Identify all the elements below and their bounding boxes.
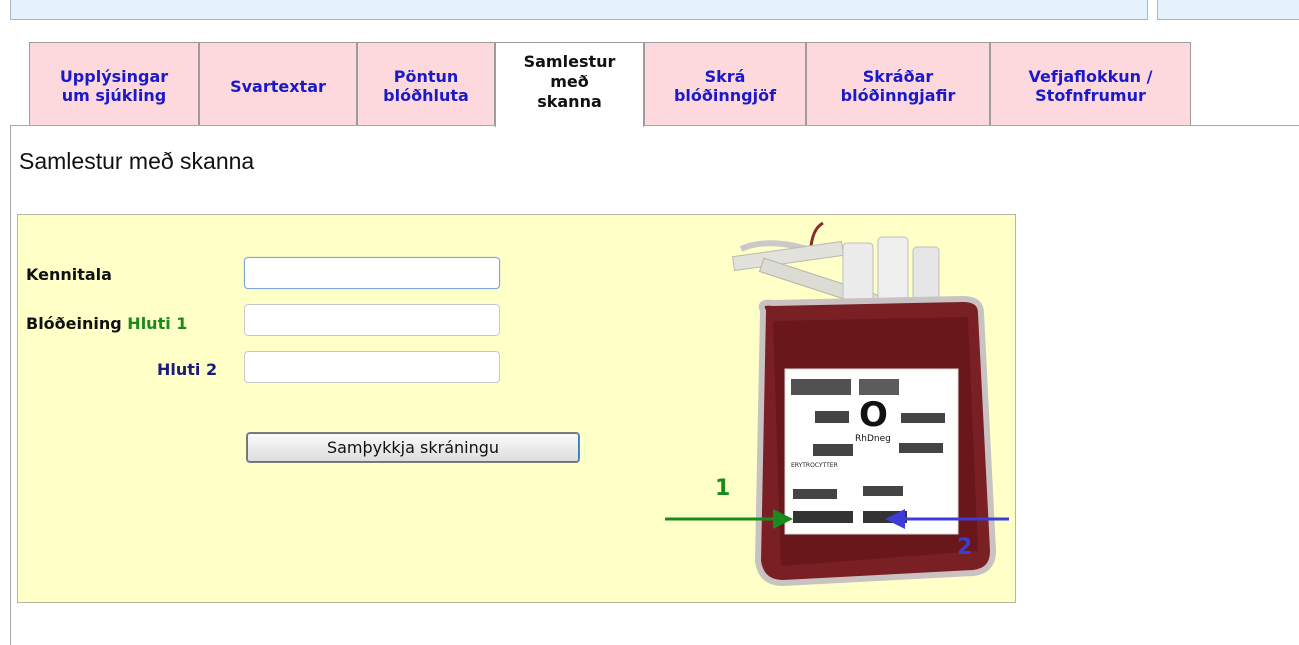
tab-label: Vefjaflokkun / Stofnfrumur [1028,67,1153,105]
tab-vefjaflokkun-stofnfrumur[interactable]: Vefjaflokkun / Stofnfrumur [990,42,1191,125]
kennitala-label: Kennitala [26,265,112,284]
tab-label: Svartextar [230,76,326,96]
product-text: ERYTROCYTTER [791,462,838,469]
hluti1-input[interactable] [244,304,500,336]
samthykkja-skraningu-button[interactable]: Samþykkja skráningu [246,432,580,463]
blodeining-label: Blóðeining Hluti 1 [26,314,187,333]
hluti2-input[interactable] [244,351,500,383]
page-title: Samlestur með skanna [19,148,255,174]
arrow-1-number: 1 [715,476,731,501]
tab-label: Pöntun blóðhluta [383,67,469,105]
tab-skra-blodinngjof[interactable]: Skrá blóðinngjöf [644,42,806,125]
tab-skradar-blodinngjafir[interactable]: Skráðar blóðinngjafir [806,42,990,125]
rh-text: RhDneg [855,434,891,444]
arrow-2-number: 2 [957,535,973,560]
tab-label: Upplýsingar um sjúkling [59,67,169,105]
tab-pontun-blodhluta[interactable]: Pöntun blóðhluta [357,42,495,125]
hluti1-label: Hluti 1 [127,314,188,333]
tab-label: Skráðar blóðinngjafir [840,67,956,105]
scan-form-box: Kennitala Blóðeining Hluti 1 Hluti 2 Sam… [17,214,1016,603]
hluti2-label: Hluti 2 [157,360,218,379]
tab-samlestur-med-skanna[interactable]: Samlestur með skanna [495,42,644,127]
top-bar-right [1157,0,1299,20]
tab-svartextar[interactable]: Svartextar [199,42,357,125]
tab-label: Skrá blóðinngjöf [673,67,777,105]
tab-upplysingar-um-sjukling[interactable]: Upplýsingar um sjúkling [29,42,199,125]
blood-type-text: O [859,395,888,435]
tab-label: Samlestur með skanna [523,52,616,111]
kennitala-input[interactable] [244,257,500,289]
blodeining-text: Blóðeining [26,314,122,333]
top-bar-left [10,0,1148,20]
blood-bag-image: O RhDneg ERYTROCYTTER 1 2 [663,221,1023,601]
